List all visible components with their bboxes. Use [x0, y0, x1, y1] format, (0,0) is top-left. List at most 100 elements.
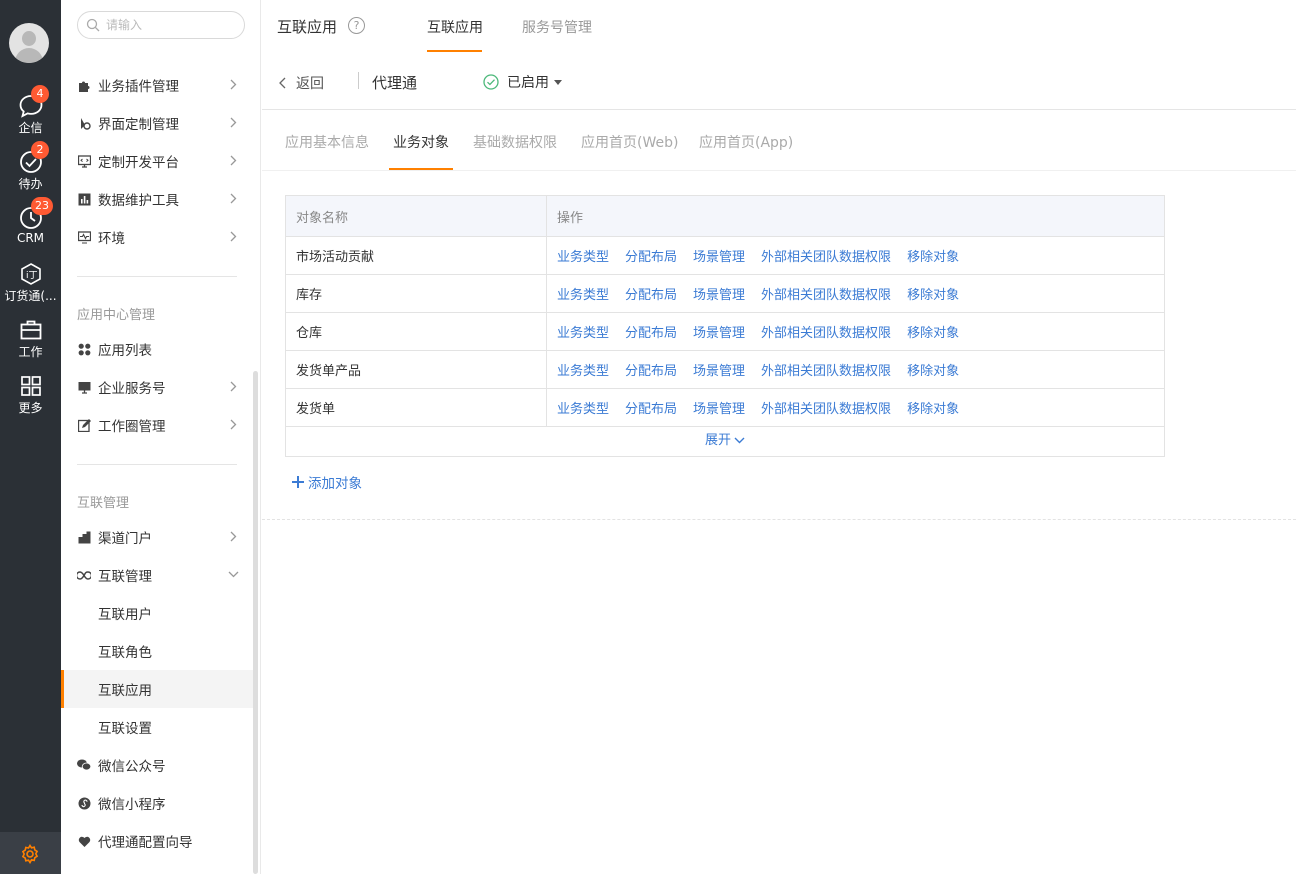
action-link[interactable]: 场景管理 [693, 402, 745, 417]
menu-search[interactable] [77, 11, 245, 39]
app-rail: 4 企信 2 待办 23 CRM i丁 订货通(... 工作 更多 [0, 0, 61, 874]
action-link[interactable]: 业务类型 [557, 326, 609, 341]
palette-icon [77, 116, 91, 130]
rail-badge: 2 [31, 141, 49, 159]
action-link[interactable]: 分配布局 [625, 326, 677, 341]
menu-item-dev-platform[interactable]: 定制开发平台 [61, 142, 253, 180]
action-link[interactable]: 移除对象 [907, 402, 959, 417]
app-name: 代理通 [372, 74, 418, 92]
tab-interconnect-apps[interactable]: 互联应用 [427, 17, 483, 37]
rail-item-work[interactable]: 工作 [0, 318, 61, 368]
chevron-right-icon [230, 79, 237, 90]
tab-service-account[interactable]: 服务号管理 [522, 17, 592, 37]
tab-home-web[interactable]: 应用首页(Web) [581, 132, 678, 152]
menu-scrollbar[interactable] [253, 371, 258, 874]
rail-item-qixin[interactable]: 4 企信 [0, 85, 61, 144]
rail-badge: 23 [31, 197, 53, 215]
action-link[interactable]: 外部相关团队数据权限 [761, 288, 891, 303]
operations-cell: 业务类型 分配布局 场景管理 外部相关团队数据权限 移除对象 [546, 236, 1165, 275]
submenu-item-roles[interactable]: 互联角色 [61, 632, 253, 670]
table-row: 库存 业务类型 分配布局 场景管理 外部相关团队数据权限 移除对象 [285, 274, 1165, 313]
back-button[interactable]: 返回 [279, 73, 324, 93]
grid-icon [20, 376, 41, 396]
action-link[interactable]: 移除对象 [907, 326, 959, 341]
action-link[interactable]: 外部相关团队数据权限 [761, 364, 891, 379]
expand-button[interactable]: 展开 [285, 427, 1165, 457]
action-link[interactable]: 移除对象 [907, 288, 959, 303]
submenu-item-users[interactable]: 互联用户 [61, 594, 253, 632]
menu-divider [77, 464, 237, 465]
operations-cell: 业务类型 分配布局 场景管理 外部相关团队数据权限 移除对象 [546, 388, 1165, 427]
tab-home-app[interactable]: 应用首页(App) [699, 132, 793, 152]
action-link[interactable]: 场景管理 [693, 288, 745, 303]
section-divider [262, 519, 1296, 520]
rail-item-crm[interactable]: 23 CRM [0, 197, 61, 256]
action-link[interactable]: 移除对象 [907, 364, 959, 379]
action-link[interactable]: 业务类型 [557, 250, 609, 265]
menu-item-label: 应用列表 [98, 343, 152, 359]
rail-item-label: 订货通(... [4, 289, 57, 303]
tab-basic-info[interactable]: 应用基本信息 [285, 132, 369, 152]
plus-icon [292, 476, 304, 488]
search-icon [86, 18, 100, 32]
menu-item-service-account[interactable]: 企业服务号 [61, 368, 253, 406]
menu-item-work-circle[interactable]: 工作圈管理 [61, 406, 253, 444]
app-subheader: 返回 代理通 已启用 [262, 60, 1296, 110]
action-link[interactable]: 场景管理 [693, 250, 745, 265]
action-link[interactable]: 分配布局 [625, 288, 677, 303]
help-icon[interactable]: ? [348, 17, 365, 34]
action-link[interactable]: 外部相关团队数据权限 [761, 250, 891, 265]
separator [358, 72, 359, 89]
menu-item-plugin[interactable]: 业务插件管理 [61, 66, 253, 104]
group-title-interconnect: 互联管理 [77, 496, 130, 511]
submenu-item-apps[interactable]: 互联应用 [61, 670, 253, 708]
tab-business-objects[interactable]: 业务对象 [393, 132, 449, 152]
menu-item-mini-program[interactable]: 微信小程序 [61, 784, 253, 822]
monitor-code-icon [77, 154, 91, 168]
briefcase-icon [20, 320, 41, 340]
table-row: 市场活动贡献 业务类型 分配布局 场景管理 外部相关团队数据权限 移除对象 [285, 236, 1165, 275]
building-icon [77, 530, 91, 544]
action-link[interactable]: 外部相关团队数据权限 [761, 402, 891, 417]
rail-item-label: 待办 [18, 177, 43, 191]
action-link[interactable]: 分配布局 [625, 250, 677, 265]
submenu-item-settings[interactable]: 互联设置 [61, 708, 253, 746]
status-dropdown[interactable]: 已启用 [483, 72, 562, 92]
action-link[interactable]: 移除对象 [907, 250, 959, 265]
column-header: 操作 [546, 195, 1165, 237]
action-link[interactable]: 场景管理 [693, 364, 745, 379]
action-link[interactable]: 业务类型 [557, 364, 609, 379]
object-name-cell: 库存 [285, 274, 547, 313]
menu-item-wechat-official[interactable]: 微信公众号 [61, 746, 253, 784]
rail-item-label: 更多 [18, 401, 43, 415]
menu-item-app-list[interactable]: 应用列表 [61, 330, 253, 368]
menu-item-environment[interactable]: 环境 [61, 218, 253, 256]
avatar[interactable] [9, 23, 49, 63]
action-link[interactable]: 分配布局 [625, 402, 677, 417]
search-input[interactable] [106, 16, 236, 34]
settings-button[interactable] [0, 832, 61, 874]
pulse-monitor-icon [77, 230, 91, 244]
action-link[interactable]: 业务类型 [557, 288, 609, 303]
menu-item-ui-custom[interactable]: 界面定制管理 [61, 104, 253, 142]
menu-item-agent-wizard[interactable]: 代理通配置向导 [61, 822, 253, 860]
rail-item-todo[interactable]: 2 待办 [0, 141, 61, 200]
table-header-row: 对象名称 操作 [285, 195, 1165, 237]
edit-icon [77, 418, 91, 432]
action-link[interactable]: 外部相关团队数据权限 [761, 326, 891, 341]
action-link[interactable]: 业务类型 [557, 402, 609, 417]
rail-item-label: CRM [16, 231, 45, 245]
rail-item-order[interactable]: i丁 订货通(... [0, 262, 61, 312]
tab-data-permissions[interactable]: 基础数据权限 [473, 132, 557, 152]
rail-item-more[interactable]: 更多 [0, 374, 61, 424]
expand-label: 展开 [704, 433, 731, 448]
svg-text:i丁: i丁 [26, 271, 38, 281]
add-object-button[interactable]: 添加对象 [292, 472, 362, 492]
menu-item-interconnect-manage[interactable]: 互联管理 [61, 556, 253, 594]
action-link[interactable]: 分配布局 [625, 364, 677, 379]
menu-item-data-tools[interactable]: 数据维护工具 [61, 180, 253, 218]
apps-icon [77, 342, 91, 356]
action-link[interactable]: 场景管理 [693, 326, 745, 341]
page-title: 互联应用 [277, 18, 338, 36]
menu-item-channel-portal[interactable]: 渠道门户 [61, 518, 253, 556]
